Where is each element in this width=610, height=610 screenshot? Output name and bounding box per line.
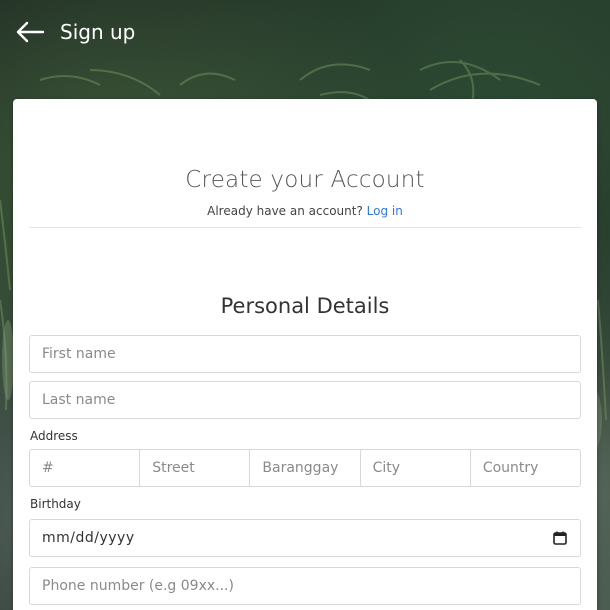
app-header: Sign up	[0, 0, 610, 64]
address-number-input[interactable]	[42, 460, 128, 476]
phone-input[interactable]	[42, 578, 568, 594]
address-number-field[interactable]	[29, 449, 141, 487]
first-name-field[interactable]	[29, 335, 581, 373]
address-country-input[interactable]	[482, 460, 569, 476]
address-country-field[interactable]	[469, 449, 582, 487]
birthday-label: Birthday	[30, 497, 81, 511]
first-name-input[interactable]	[42, 346, 568, 362]
phone-field[interactable]	[29, 567, 581, 605]
login-prompt-text: Already have an account?	[207, 204, 363, 218]
calendar-icon[interactable]	[552, 530, 568, 546]
address-barangay-input[interactable]	[262, 460, 348, 476]
address-city-input[interactable]	[372, 460, 458, 476]
back-button[interactable]	[14, 16, 46, 48]
login-link[interactable]: Log in	[367, 204, 403, 218]
card-title: Create your Account	[185, 167, 425, 193]
address-barangay-field[interactable]	[249, 449, 361, 487]
address-street-field[interactable]	[139, 449, 251, 487]
birthday-field[interactable]: mm/dd/yyyy	[29, 519, 581, 557]
address-city-field[interactable]	[359, 449, 471, 487]
address-row	[29, 449, 582, 487]
login-prompt: Already have an account? Log in	[13, 204, 597, 218]
signup-card: Create your Account Already have an acco…	[13, 99, 597, 610]
last-name-field[interactable]	[29, 381, 581, 419]
address-label: Address	[30, 429, 78, 443]
page-title: Sign up	[60, 20, 136, 44]
last-name-input[interactable]	[42, 392, 568, 408]
divider	[29, 227, 581, 228]
arrow-left-icon	[16, 21, 45, 43]
section-title-personal-details: Personal Details	[220, 294, 390, 318]
birthday-value: mm/dd/yyyy	[42, 530, 135, 546]
address-street-input[interactable]	[152, 460, 238, 476]
